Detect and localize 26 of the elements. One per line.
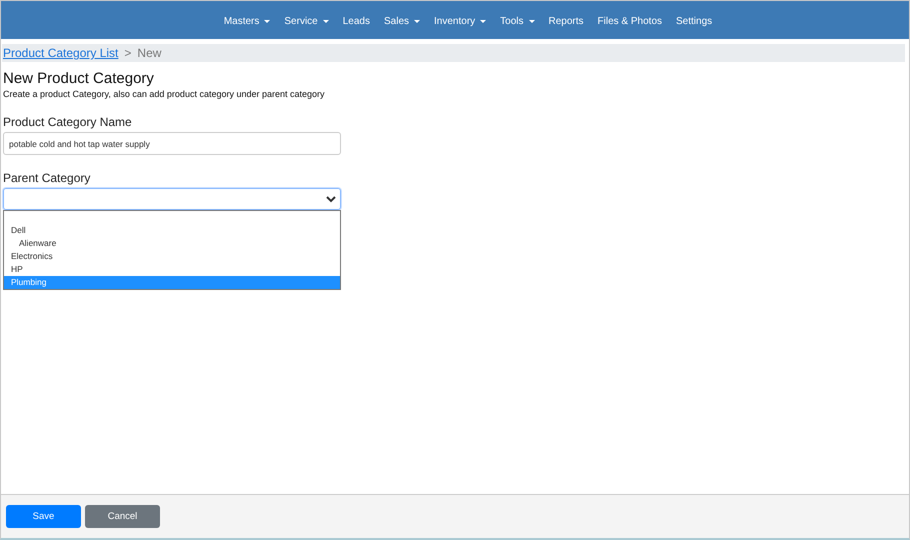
cancel-button[interactable]: Cancel — [85, 505, 160, 528]
nav-link[interactable]: Settings — [669, 16, 720, 27]
nav-link[interactable]: Masters — [216, 16, 278, 27]
select-field[interactable] — [3, 188, 341, 210]
nav-link[interactable]: Inventory — [427, 16, 494, 27]
breadcrumb-current: New — [137, 46, 162, 60]
field-label: Parent Category — [3, 171, 92, 185]
page-title: New Product Category — [3, 70, 155, 87]
dropdown-option[interactable]: Electronics — [4, 250, 340, 263]
breadcrumb-separator: > — [124, 46, 132, 60]
dropdown-option[interactable]: HP — [4, 263, 340, 276]
nav-link[interactable]: Sales — [377, 16, 428, 27]
chevron-down-icon — [326, 196, 336, 202]
dropdown-option[interactable]: Alienware — [4, 237, 340, 250]
nav-link[interactable]: Tools — [493, 16, 542, 27]
input-field[interactable]: potable cold and hot tap water supply — [3, 132, 341, 155]
nav-link[interactable]: Files & Photos — [590, 16, 670, 27]
dropdown-option[interactable]: Plumbing — [4, 276, 340, 289]
page-description: Create a product Category, also can add product category under parent category — [3, 89, 326, 99]
nav-link[interactable]: Reports — [542, 16, 591, 27]
nav-link[interactable]: Leads — [336, 16, 377, 27]
breadcrumb-link[interactable]: Product Category List — [3, 46, 118, 60]
nav-link[interactable]: Service — [277, 16, 336, 27]
dropdown-option[interactable]: Dell — [4, 224, 340, 237]
field-label: Product Category Name — [3, 115, 133, 129]
save-button[interactable]: Save — [6, 505, 81, 528]
